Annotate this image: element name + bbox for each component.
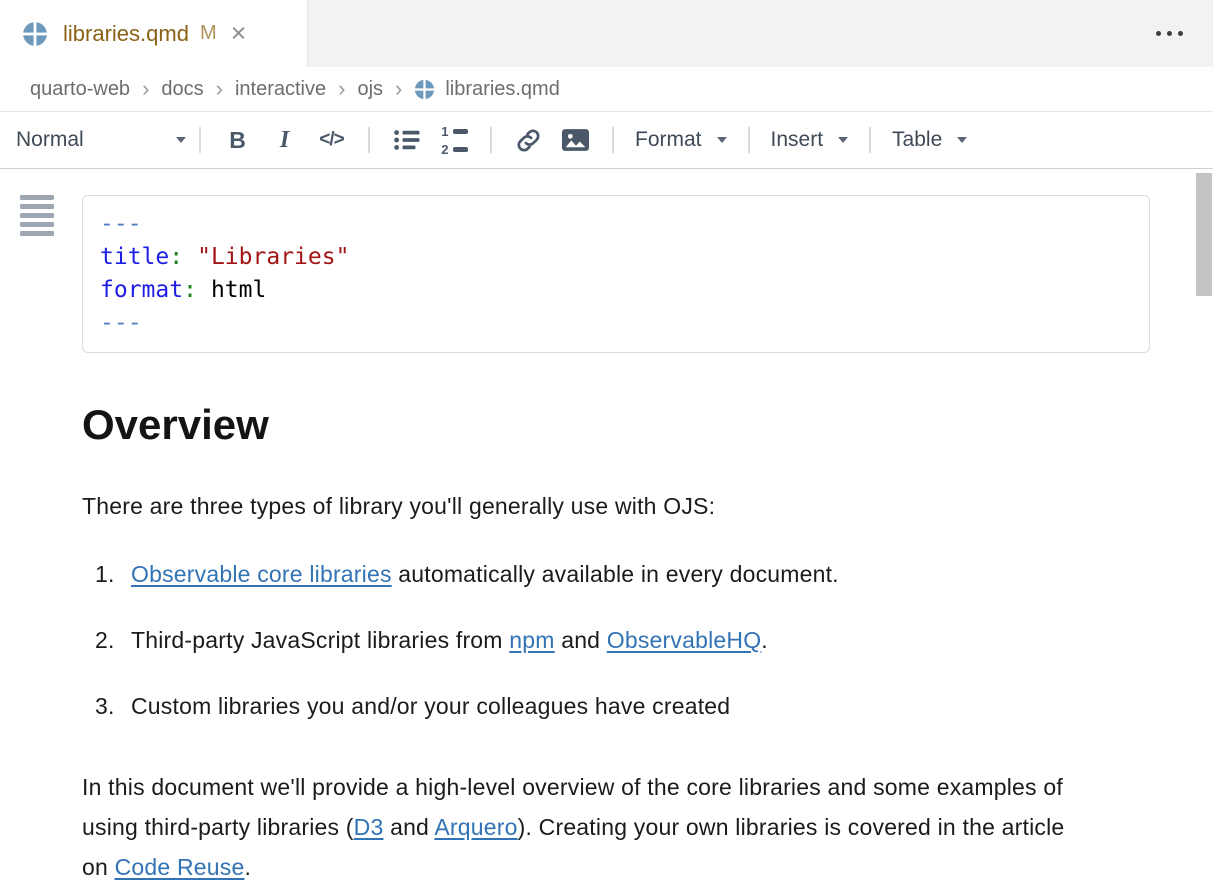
drag-handle-icon[interactable]	[20, 195, 54, 236]
intro-paragraph: There are three types of library you'll …	[82, 491, 1131, 521]
formatting-toolbar: Normal B I </> 1 2	[0, 112, 1213, 169]
bullet-list-icon	[394, 129, 420, 151]
toolbar-divider	[490, 127, 492, 153]
breadcrumb-item-interactive[interactable]: interactive	[235, 78, 326, 101]
toolbar-divider	[748, 127, 750, 153]
chevron-down-icon	[957, 137, 967, 143]
toolbar-divider	[869, 127, 871, 153]
chevron-down-icon	[717, 137, 727, 143]
paragraph-style-value: Normal	[16, 128, 84, 152]
tab-bar: libraries.qmd M ×	[0, 0, 1213, 67]
ordered-list-button[interactable]: 1 2	[430, 124, 477, 157]
breadcrumb-separator: ›	[338, 76, 345, 102]
breadcrumb-separator: ›	[395, 76, 402, 102]
visual-editor-window: libraries.qmd M × quarto-web › docs › in…	[0, 0, 1213, 889]
breadcrumb-item-docs[interactable]: docs	[161, 78, 203, 101]
breadcrumb-separator: ›	[142, 76, 149, 102]
list-item: 2. Third-party JavaScript libraries from…	[95, 625, 1213, 655]
image-button[interactable]	[552, 129, 599, 151]
list-item: 3. Custom libraries you and/or your coll…	[95, 691, 1213, 721]
bold-button[interactable]: B	[214, 127, 261, 154]
chevron-down-icon	[176, 137, 186, 143]
yaml-metadata-block[interactable]: --- title:"Libraries" format:html ---	[82, 195, 1150, 353]
list-item: 1. Observable core libraries automatical…	[95, 559, 1213, 589]
paragraph-style-select[interactable]: Normal	[16, 128, 186, 152]
link-code-reuse[interactable]: Code Reuse	[115, 854, 245, 880]
tab-title: libraries.qmd	[63, 21, 189, 47]
scrollbar-thumb[interactable]	[1196, 173, 1212, 296]
close-icon[interactable]: ×	[231, 20, 247, 47]
yaml-front-matter-row: --- title:"Libraries" format:html ---	[0, 169, 1213, 353]
format-menu[interactable]: Format	[627, 128, 735, 152]
insert-menu[interactable]: Insert	[763, 128, 857, 152]
italic-button[interactable]: I	[261, 127, 308, 154]
link-arquero[interactable]: Arquero	[434, 814, 517, 840]
link-button[interactable]	[505, 128, 552, 153]
library-types-list: 1. Observable core libraries automatical…	[95, 559, 1213, 721]
toolbar-divider	[368, 127, 370, 153]
breadcrumb-item-quarto-web[interactable]: quarto-web	[30, 78, 130, 101]
tabbar-empty-space	[308, 0, 1156, 67]
more-actions-icon[interactable]	[1156, 0, 1183, 67]
git-modified-badge: M	[200, 22, 217, 45]
link-observablehq[interactable]: ObservableHQ	[607, 627, 762, 653]
editor-content[interactable]: --- title:"Libraries" format:html --- Ov…	[0, 169, 1213, 889]
breadcrumb: quarto-web › docs › interactive › ojs › …	[0, 67, 1213, 112]
closing-paragraph: In this document we'll provide a high-le…	[82, 767, 1094, 887]
yaml-title-line: title:"Libraries"	[100, 241, 1132, 274]
quarto-icon	[414, 79, 435, 100]
yaml-close-delimiter: ---	[100, 307, 1132, 340]
breadcrumb-separator: ›	[216, 76, 223, 102]
image-icon	[562, 129, 589, 151]
link-icon	[516, 128, 541, 153]
ordered-list-icon: 1 2	[440, 124, 468, 157]
link-npm[interactable]: npm	[509, 627, 554, 653]
chevron-down-icon	[838, 137, 848, 143]
breadcrumb-file[interactable]: libraries.qmd	[445, 78, 559, 101]
breadcrumb-item-ojs[interactable]: ojs	[357, 78, 383, 101]
quarto-icon	[22, 21, 48, 47]
link-observable-core-libraries[interactable]: Observable core libraries	[131, 561, 392, 587]
table-menu[interactable]: Table	[884, 128, 975, 152]
yaml-format-line: format:html	[100, 274, 1132, 307]
tab-libraries-qmd[interactable]: libraries.qmd M ×	[0, 0, 308, 67]
code-button[interactable]: </>	[308, 129, 355, 151]
toolbar-divider	[612, 127, 614, 153]
bullet-list-button[interactable]	[383, 129, 430, 151]
link-d3[interactable]: D3	[354, 814, 384, 840]
toolbar-divider	[199, 127, 201, 153]
heading-overview: Overview	[82, 401, 1213, 449]
yaml-open-delimiter: ---	[100, 208, 1132, 241]
